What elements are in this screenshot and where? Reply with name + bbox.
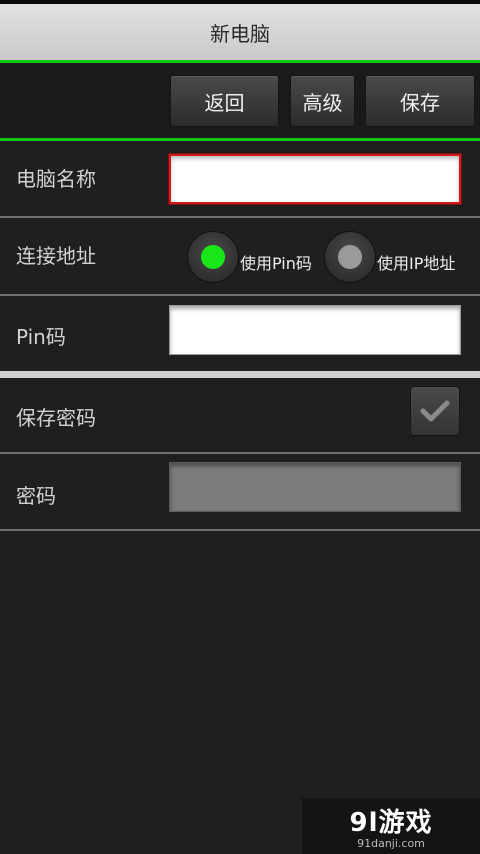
save-password-row: 保存密码: [0, 378, 480, 454]
pc-name-input[interactable]: [169, 154, 461, 204]
check-icon: [420, 400, 450, 422]
use-pin-radio[interactable]: [187, 231, 239, 283]
advanced-button[interactable]: 高级: [290, 75, 355, 127]
toolbar: 返回 高级 保存: [0, 63, 480, 138]
pc-name-label: 电脑名称: [16, 167, 96, 191]
section-divider: [0, 371, 480, 378]
password-input[interactable]: [169, 462, 461, 512]
pc-name-row: 电脑名称: [0, 141, 480, 218]
save-password-label: 保存密码: [16, 406, 96, 430]
use-pin-label[interactable]: 使用Pin码: [240, 250, 312, 274]
watermark-logo-text: 9l游戏: [349, 808, 433, 838]
connect-address-label: 连接地址: [16, 244, 96, 268]
save-button[interactable]: 保存: [365, 75, 475, 127]
watermark-url: 91danji.com: [357, 837, 425, 850]
radio-selected-dot-icon: [201, 245, 225, 269]
pin-row: Pin码: [0, 296, 480, 371]
site-watermark: 9l游戏 91danji.com: [302, 798, 480, 854]
use-ip-label[interactable]: 使用IP地址: [377, 250, 455, 274]
connect-address-row: 连接地址 使用Pin码 使用IP地址: [0, 218, 480, 296]
save-password-checkbox[interactable]: [410, 386, 460, 436]
pin-label: Pin码: [16, 325, 66, 349]
radio-unselected-dot-icon: [338, 245, 362, 269]
pin-input[interactable]: [169, 305, 461, 355]
back-button[interactable]: 返回: [170, 75, 279, 127]
page-title: 新电脑: [210, 21, 270, 46]
title-bar: 新电脑: [0, 0, 480, 60]
password-row: 密码: [0, 454, 480, 531]
password-label: 密码: [16, 484, 56, 508]
use-ip-radio[interactable]: [324, 231, 376, 283]
